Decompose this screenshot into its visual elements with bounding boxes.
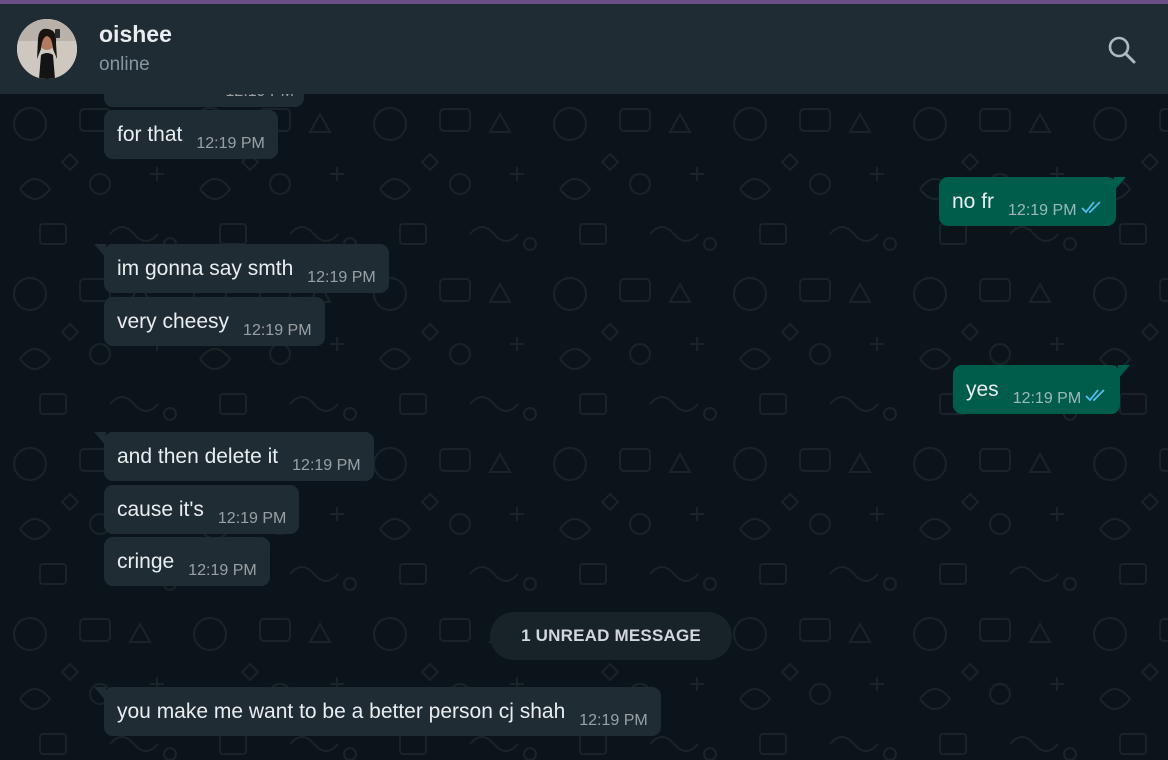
- read-ticks-icon: [1080, 200, 1103, 219]
- message-time: 12:19 PM: [243, 322, 312, 339]
- message-incoming[interactable]: cringe 12:19 PM: [104, 537, 270, 586]
- message-time: 12:19 PM: [1008, 202, 1077, 219]
- message-outgoing[interactable]: yes 12:19 PM: [953, 365, 1131, 414]
- message-incoming[interactable]: for that 12:19 PM: [104, 110, 278, 159]
- bubble-tail: [1113, 177, 1126, 191]
- message-text: cringe: [117, 550, 175, 573]
- avatar[interactable]: [17, 19, 77, 79]
- message-incoming[interactable]: you make me want to be a better person c…: [94, 687, 661, 736]
- contact-name[interactable]: oishee: [99, 21, 172, 48]
- contact-status: online: [99, 54, 150, 75]
- message-text: very cheesy: [117, 310, 230, 333]
- message-text: cause it's: [117, 498, 204, 521]
- search-icon[interactable]: [1104, 32, 1140, 68]
- message-incoming[interactable]: cause it's 12:19 PM: [104, 485, 300, 534]
- message-time: 12:19 PM: [307, 269, 376, 286]
- read-ticks-icon: [1085, 388, 1107, 407]
- message-text: yes: [966, 378, 999, 401]
- message-list[interactable]: 12:19 PM for that12:19 PM no fr12:19 PM …: [0, 94, 1168, 760]
- bubble-tail: [94, 432, 106, 446]
- bubble-tail: [1118, 365, 1131, 379]
- message-time: 12:19 PM: [196, 135, 265, 152]
- message-text: no fr: [952, 190, 995, 213]
- message-text: you make me want to be a better person c…: [117, 700, 566, 723]
- message-outgoing[interactable]: no fr 12:19 PM: [939, 177, 1126, 226]
- message-incoming[interactable]: im gonna say smth 12:19 PM: [94, 244, 389, 293]
- message-time: 12:19 PM: [188, 562, 257, 579]
- message-text: for that: [117, 123, 183, 146]
- message-time: 12:19 PM: [579, 712, 648, 729]
- message-text: and then delete it: [117, 445, 279, 468]
- bubble-tail: [94, 687, 106, 701]
- message-time: 12:19 PM: [292, 457, 361, 474]
- message-incoming[interactable]: very cheesy 12:19 PM: [104, 297, 325, 346]
- message-time: 12:19 PM: [217, 510, 287, 527]
- unread-messages-banner: 1 UNREAD MESSAGE: [490, 612, 732, 660]
- message-incoming[interactable]: and then delete it 12:19 PM: [94, 432, 374, 481]
- chat-header[interactable]: oishee online: [0, 4, 1168, 94]
- bubble-tail: [94, 244, 106, 258]
- message-text: im gonna say smth: [117, 257, 294, 280]
- message-partial[interactable]: 12:19 PM: [104, 94, 304, 107]
- message-time: 12:19 PM: [1012, 390, 1082, 407]
